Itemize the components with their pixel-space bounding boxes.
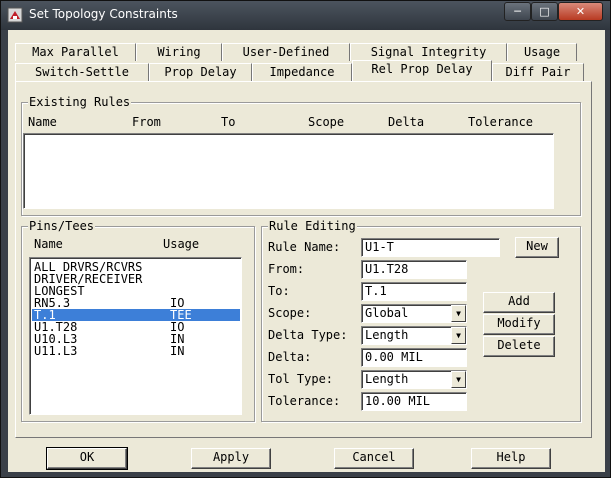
tab-user-defined[interactable]: User-Defined [222, 43, 350, 61]
delta-input[interactable]: 0.00 MIL [361, 348, 467, 367]
column-header-scope[interactable]: Scope [308, 115, 344, 129]
list-item[interactable]: RN5.3 IO [32, 297, 240, 309]
dialog-client: Max Parallel Wiring User-Defined Signal … [8, 30, 605, 472]
rule-name-input[interactable]: U1-T [361, 238, 500, 257]
from-input[interactable]: U1.T28 [361, 260, 467, 279]
tab-diff-pair[interactable]: Diff Pair [492, 63, 584, 81]
rule-editing-label: Rule Editing [268, 219, 357, 233]
tab-prop-delay[interactable]: Prop Delay [149, 63, 252, 81]
tab-wiring[interactable]: Wiring [136, 43, 222, 61]
list-item[interactable]: U11.L3 IN [32, 345, 240, 357]
scope-dropdown[interactable]: Global ▼ [361, 304, 467, 323]
column-header-name[interactable]: Name [34, 237, 63, 251]
cancel-button[interactable]: Cancel [334, 448, 414, 469]
tab-panel: Existing Rules Name From To Scope Delta … [15, 81, 592, 438]
from-label: From: [268, 262, 305, 276]
add-button[interactable]: Add [483, 292, 555, 313]
apply-button[interactable]: Apply [191, 448, 271, 469]
delta-type-value: Length [365, 328, 409, 342]
scope-label: Scope: [268, 306, 312, 320]
pins-tees-group: Pins/Tees Name Usage ALL DRVRS/RCVRS DRI… [21, 219, 255, 422]
modify-button[interactable]: Modify [483, 314, 555, 335]
chevron-down-icon[interactable]: ▼ [451, 371, 466, 388]
tol-type-value: Length [365, 372, 409, 386]
tol-type-label: Tol Type: [268, 372, 334, 386]
scope-value: Global [365, 306, 409, 320]
ok-button[interactable]: OK [46, 447, 128, 470]
to-input[interactable]: T.1 [361, 282, 467, 301]
app-icon [7, 7, 23, 23]
tolerance-label: Tolerance: [268, 394, 341, 408]
tab-max-parallel[interactable]: Max Parallel [15, 43, 136, 61]
tab-label: Impedance [269, 65, 335, 79]
chevron-down-icon[interactable]: ▼ [451, 305, 466, 322]
tab-label: Rel Prop Delay [371, 62, 473, 76]
delete-button[interactable]: Delete [483, 336, 555, 357]
maximize-icon: □ [539, 5, 550, 18]
pins-tees-label: Pins/Tees [28, 219, 96, 233]
maximize-button[interactable]: □ [531, 2, 558, 21]
tab-label: Usage [523, 45, 561, 59]
column-header-tolerance[interactable]: Tolerance [468, 115, 533, 129]
column-header-usage[interactable]: Usage [163, 237, 199, 251]
tab-signal-integrity[interactable]: Signal Integrity [350, 43, 507, 61]
close-button[interactable]: ✕ [558, 2, 603, 21]
existing-rules-label: Existing Rules [28, 95, 132, 109]
tab-label: Prop Delay [164, 65, 237, 79]
dialog-window: Set Topology Constraints ─ □ ✕ Max Paral… [0, 0, 611, 478]
delta-type-dropdown[interactable]: Length ▼ [361, 326, 467, 345]
list-item-name: U11.L3 [34, 344, 78, 358]
existing-rules-group: Existing Rules Name From To Scope Delta … [21, 95, 581, 216]
delta-type-label: Delta Type: [268, 328, 348, 342]
tab-switch-settle[interactable]: Switch-Settle [15, 63, 149, 81]
new-button[interactable]: New [515, 237, 559, 258]
chevron-down-icon[interactable]: ▼ [451, 327, 466, 344]
tab-rel-prop-delay[interactable]: Rel Prop Delay [352, 60, 492, 81]
list-item-usage: IN [170, 344, 185, 358]
tolerance-input[interactable]: 10.00 MIL [361, 392, 467, 411]
tab-label: Max Parallel [32, 45, 119, 59]
tab-label: Diff Pair [505, 65, 571, 79]
column-header-from[interactable]: From [132, 115, 161, 129]
tol-type-dropdown[interactable]: Length ▼ [361, 370, 467, 389]
column-header-delta[interactable]: Delta [388, 115, 424, 129]
help-button[interactable]: Help [471, 448, 551, 469]
rule-editing-group: Rule Editing Rule Name: U1-T New From: U… [261, 219, 581, 422]
to-label: To: [268, 284, 290, 298]
minimize-icon: ─ [514, 5, 521, 18]
column-header-to[interactable]: To [221, 115, 235, 129]
tab-label: Signal Integrity [370, 45, 487, 59]
pins-tees-list[interactable]: ALL DRVRS/RCVRS DRIVER/RECEIVER LONGEST … [29, 257, 242, 415]
tab-label: User-Defined [242, 45, 330, 59]
existing-rules-list[interactable] [23, 133, 554, 209]
minimize-button[interactable]: ─ [504, 2, 531, 21]
tab-usage[interactable]: Usage [507, 43, 577, 61]
tab-label: Switch-Settle [35, 65, 129, 79]
column-header-name[interactable]: Name [28, 115, 57, 129]
tab-impedance[interactable]: Impedance [252, 63, 352, 81]
tab-label: Wiring [157, 45, 201, 59]
window-title: Set Topology Constraints [29, 7, 178, 21]
rule-name-label: Rule Name: [268, 240, 341, 254]
title-bar[interactable]: Set Topology Constraints ─ □ ✕ [1, 1, 610, 30]
delta-label: Delta: [268, 350, 312, 364]
close-icon: ✕ [575, 5, 586, 18]
